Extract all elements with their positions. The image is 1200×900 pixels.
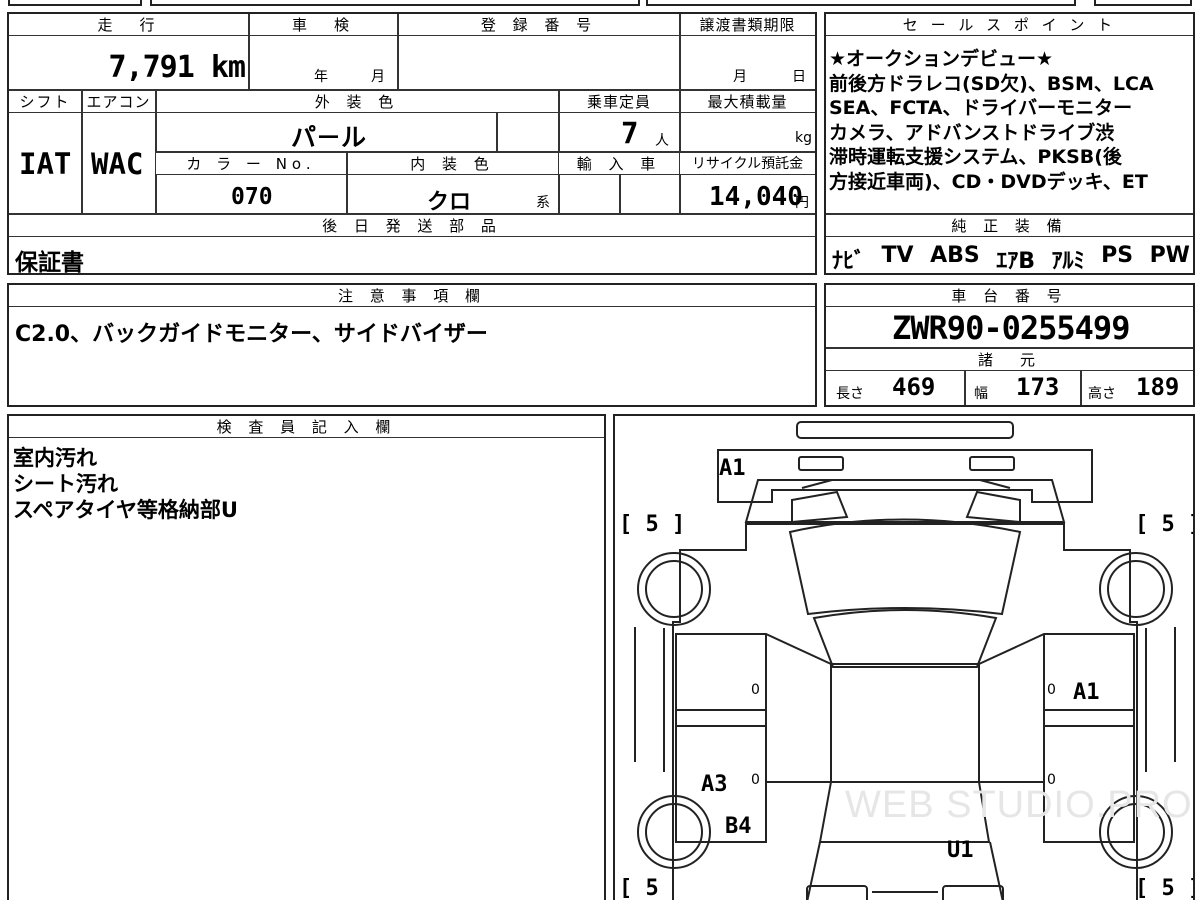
- inspector-header: 検 査 員 記 入 欄: [9, 416, 604, 438]
- equipment-item-ps: PS: [1101, 243, 1134, 268]
- zero-mark: 0: [751, 682, 760, 698]
- sales-line: SEA、FCTA、ドライバーモニター: [829, 97, 1133, 119]
- chassis-header: 車 台 番 号: [826, 285, 1193, 307]
- width-value: 173: [1016, 373, 1060, 401]
- length-label: 長さ: [836, 386, 864, 402]
- inspector-line: シート汚れ: [13, 472, 118, 496]
- top-strip: [0, 0, 1200, 8]
- interior-color-header: 内 装 色: [347, 153, 558, 175]
- capacity-unit: 人: [655, 133, 669, 149]
- sales-line: 方接近車両)、CD・DVDデッキ、ET: [829, 170, 1148, 193]
- width-label: 幅: [974, 386, 988, 402]
- odometer-value: 7,791 km: [108, 50, 246, 85]
- sales-point-text: ★オークションデビュー★ 前後方ドラレコ(SD欠)、BSM、LCA SEA、FC…: [829, 47, 1154, 194]
- inspection-month: 月: [371, 69, 385, 85]
- sales-line: 滞時運転支援システム、PKSB(後: [829, 146, 1122, 168]
- tire-mark-front-right: [ 5 ]: [1135, 512, 1195, 537]
- chassis-box: 車 台 番 号 ZWR90-0255499 諸 元 長さ 469 幅 173 高…: [824, 283, 1195, 407]
- transfer-day: 日: [792, 69, 806, 85]
- exterior-color-value: パ－ル: [291, 123, 367, 152]
- notes-box: 注 意 事 項 欄 C2.0、バックガイドモニター、サイドバイザー: [7, 283, 817, 407]
- inspector-line: 室内汚れ: [13, 446, 97, 470]
- sales-point-box: セ ー ル ス ポ イ ン ト ★オークションデビュー★ 前後方ドラレコ(SD欠…: [824, 12, 1195, 275]
- tire-mark-front-left: [ 5 ]: [619, 512, 686, 537]
- damage-code-right-door: A1: [1073, 680, 1100, 705]
- transfer-month: 月: [733, 69, 747, 85]
- inspection-header: 車 検: [249, 14, 398, 36]
- capacity-value: 7: [621, 116, 639, 150]
- equipment-list: ﾅﾋﾞ TV ABS ｴｱB ｱﾙﾐ PS PW: [832, 243, 1190, 275]
- color-number-value: 070: [231, 184, 273, 210]
- inspector-notes: 室内汚れ シート汚れ スペアタイヤ等格納部U: [13, 445, 238, 523]
- interior-color-value: クロ: [427, 190, 472, 215]
- spec-table: 走 行 車 検 登 録 番 号 譲渡書類期限 7,791 km 年 月 月 日 …: [7, 12, 817, 276]
- inspector-line: スペアタイヤ等格納部U: [13, 498, 238, 522]
- equipment-item-alloy: ｱﾙﾐ: [1051, 249, 1085, 274]
- sales-line: カメラ、アドバンストドライブ渋: [829, 121, 1115, 144]
- sales-point-header: セ ー ル ス ポ イ ン ト: [826, 14, 1193, 36]
- height-label: 高さ: [1088, 386, 1116, 402]
- damage-code-front: A1: [719, 456, 746, 481]
- tire-mark-rear-left: [ 5: [619, 876, 659, 900]
- transfer-deadline-header: 譲渡書類期限: [680, 14, 815, 36]
- sales-line: ★オークションデビュー★: [829, 48, 1054, 70]
- watermark: WEB STUDIO.PRO: [845, 784, 1193, 826]
- chassis-number: ZWR90-0255499: [892, 309, 1130, 347]
- dimensions-header: 諸 元: [826, 349, 1193, 371]
- max-load-header: 最大積載量: [680, 91, 815, 113]
- odometer-header: 走 行: [9, 14, 249, 36]
- zero-mark: 0: [751, 772, 760, 788]
- equipment-item-airbag: ｴｱB: [996, 249, 1036, 274]
- equipment-item-pw: PW: [1149, 243, 1190, 268]
- height-value: 189: [1136, 373, 1180, 401]
- car-diagram: [634, 421, 1176, 900]
- inspection-year: 年: [314, 69, 328, 85]
- notes-header: 注 意 事 項 欄: [9, 285, 815, 307]
- recycle-deposit-unit: 円: [795, 195, 809, 211]
- damage-code-left-rear-door: A3: [701, 772, 728, 797]
- recycle-deposit-header: リサイクル預託金: [680, 153, 815, 175]
- car-diagram-box: WEB STUDIO.PRO [ 5 ] [ 5 ] [ 5 [ 5 ] A1 …: [613, 414, 1195, 900]
- inspector-box: 検 査 員 記 入 欄 室内汚れ シート汚れ スペアタイヤ等格納部U: [7, 414, 606, 900]
- interior-color-suffix: 系: [536, 195, 550, 211]
- ac-value: WAC: [91, 147, 144, 181]
- parts-value: 保証書: [15, 250, 84, 276]
- color-number-header: カ ラ ー No.: [156, 153, 346, 175]
- recycle-deposit-value: 14,040: [709, 182, 803, 212]
- ac-header: エアコン: [82, 91, 155, 113]
- damage-code-left-quarter: B4: [725, 814, 752, 839]
- zero-mark: 0: [1047, 682, 1056, 698]
- equipment-item-tv: TV: [881, 243, 914, 268]
- equipment-header: 純 正 装 備: [826, 215, 1193, 237]
- import-header: 輸 入 車: [559, 153, 679, 175]
- registration-header: 登 録 番 号: [398, 14, 680, 36]
- exterior-color-header: 外 装 色: [156, 91, 558, 113]
- equipment-item-navi: ﾅﾋﾞ: [832, 249, 866, 274]
- parts-header: 後 日 発 送 部 品: [9, 215, 815, 237]
- zero-mark: 0: [1047, 772, 1056, 788]
- shift-header: シフト: [9, 91, 81, 113]
- equipment-item-abs: ABS: [930, 243, 980, 268]
- sales-line: 前後方ドラレコ(SD欠)、BSM、LCA: [829, 72, 1154, 95]
- shift-value: IAT: [19, 147, 72, 181]
- tire-mark-rear-right: [ 5 ]: [1135, 876, 1195, 900]
- length-value: 469: [892, 373, 936, 401]
- capacity-header: 乗車定員: [559, 91, 679, 113]
- notes-value: C2.0、バックガイドモニター、サイドバイザー: [15, 322, 488, 347]
- max-load-unit: kg: [795, 130, 812, 146]
- damage-code-rear: U1: [947, 838, 974, 863]
